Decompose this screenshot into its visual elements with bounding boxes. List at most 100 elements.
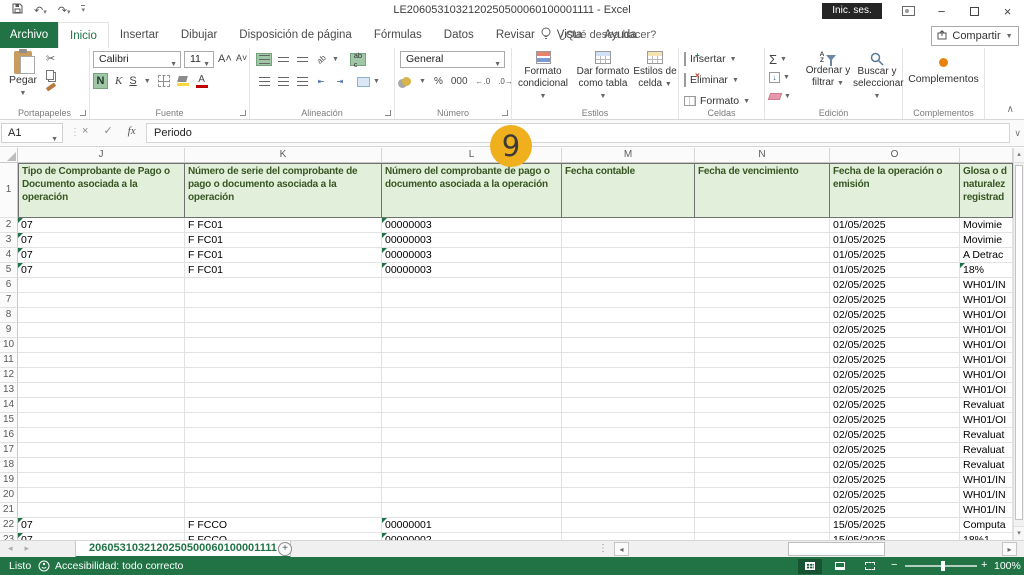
- header-cell-O[interactable]: Fecha de la operación o emisión: [830, 163, 960, 218]
- autosum-button[interactable]: Σ▼: [769, 52, 787, 67]
- merge-center-icon[interactable]: [357, 77, 370, 87]
- cell-O15[interactable]: 02/05/2025: [830, 413, 960, 428]
- column-header-clipped[interactable]: [960, 148, 1013, 163]
- cell-P2[interactable]: Movimie: [960, 218, 1013, 233]
- formula-input[interactable]: Periodo: [146, 123, 1010, 143]
- header-cell-L[interactable]: Número del comprobante de pago o documen…: [382, 163, 562, 218]
- cell-J19[interactable]: [18, 473, 185, 488]
- cell-L23[interactable]: 00000002: [382, 533, 562, 540]
- cell-O11[interactable]: 02/05/2025: [830, 353, 960, 368]
- cell-N7[interactable]: [695, 293, 830, 308]
- paste-button[interactable]: Pegar ▼: [5, 51, 41, 107]
- cell-J6[interactable]: [18, 278, 185, 293]
- cell-K15[interactable]: [185, 413, 382, 428]
- font-color-button[interactable]: A: [196, 75, 208, 88]
- cell-J11[interactable]: [18, 353, 185, 368]
- cell-L17[interactable]: [382, 443, 562, 458]
- cell-J8[interactable]: [18, 308, 185, 323]
- cell-L2[interactable]: 00000003: [382, 218, 562, 233]
- cell-O6[interactable]: 02/05/2025: [830, 278, 960, 293]
- cell-J14[interactable]: [18, 398, 185, 413]
- cell-P10[interactable]: WH01/OI: [960, 338, 1013, 353]
- column-header-N[interactable]: N: [695, 148, 830, 163]
- cell-M16[interactable]: [562, 428, 695, 443]
- copy-icon[interactable]: [46, 70, 54, 80]
- cell-M6[interactable]: [562, 278, 695, 293]
- cell-J21[interactable]: [18, 503, 185, 518]
- cell-K23[interactable]: F FCCO: [185, 533, 382, 540]
- cell-P6[interactable]: WH01/IN: [960, 278, 1013, 293]
- scroll-up-icon[interactable]: ▴: [1014, 148, 1024, 163]
- tab-inicio[interactable]: Inicio: [58, 22, 109, 48]
- collapse-ribbon-icon[interactable]: ∧: [1007, 104, 1014, 115]
- cell-M13[interactable]: [562, 383, 695, 398]
- dialog-launcher-icon[interactable]: [240, 110, 246, 116]
- sheet-nav-left-icon[interactable]: ◂: [8, 543, 13, 554]
- cell-L18[interactable]: [382, 458, 562, 473]
- cell-P8[interactable]: WH01/OI: [960, 308, 1013, 323]
- cell-J22[interactable]: 07: [18, 518, 185, 533]
- header-cell-J[interactable]: Tipo de Comprobante de Pago o Documento …: [18, 163, 185, 218]
- cell-K9[interactable]: [185, 323, 382, 338]
- cell-M14[interactable]: [562, 398, 695, 413]
- cell-M10[interactable]: [562, 338, 695, 353]
- cell-J20[interactable]: [18, 488, 185, 503]
- cell-J17[interactable]: [18, 443, 185, 458]
- row-number-1[interactable]: 1: [0, 163, 18, 218]
- zoom-slider-thumb[interactable]: [941, 561, 945, 571]
- cell-L11[interactable]: [382, 353, 562, 368]
- cell-M20[interactable]: [562, 488, 695, 503]
- cell-N2[interactable]: [695, 218, 830, 233]
- cell-O12[interactable]: 02/05/2025: [830, 368, 960, 383]
- column-header-K[interactable]: K: [185, 148, 382, 163]
- cell-L6[interactable]: [382, 278, 562, 293]
- cell-O9[interactable]: 02/05/2025: [830, 323, 960, 338]
- cut-button[interactable]: ✂: [46, 52, 56, 65]
- cell-M8[interactable]: [562, 308, 695, 323]
- cell-L12[interactable]: [382, 368, 562, 383]
- cell-L4[interactable]: 00000003: [382, 248, 562, 263]
- fill-color-button[interactable]: [177, 76, 189, 86]
- cell-K16[interactable]: [185, 428, 382, 443]
- cell-K21[interactable]: [185, 503, 382, 518]
- cell-M21[interactable]: [562, 503, 695, 518]
- cell-L3[interactable]: 00000003: [382, 233, 562, 248]
- header-cell-M[interactable]: Fecha contable: [562, 163, 695, 218]
- cell-K10[interactable]: [185, 338, 382, 353]
- cell-O22[interactable]: 15/05/2025: [830, 518, 960, 533]
- cell-N5[interactable]: [695, 263, 830, 278]
- cell-O18[interactable]: 02/05/2025: [830, 458, 960, 473]
- cell-K18[interactable]: [185, 458, 382, 473]
- cell-styles-button[interactable]: Estilos de celda ▼: [633, 51, 677, 91]
- increase-decimal-button[interactable]: ←.0: [476, 77, 491, 86]
- cell-N22[interactable]: [695, 518, 830, 533]
- cell-P16[interactable]: Revaluat: [960, 428, 1013, 443]
- cell-L5[interactable]: 00000003: [382, 263, 562, 278]
- cell-M3[interactable]: [562, 233, 695, 248]
- cell-L13[interactable]: [382, 383, 562, 398]
- cell-O3[interactable]: 01/05/2025: [830, 233, 960, 248]
- cell-L10[interactable]: [382, 338, 562, 353]
- minimize-button[interactable]: −: [925, 0, 958, 22]
- row-number-22[interactable]: 22: [0, 518, 18, 533]
- zoom-out-button[interactable]: −: [891, 559, 897, 571]
- cell-K17[interactable]: [185, 443, 382, 458]
- column-header-L[interactable]: L: [382, 148, 562, 163]
- zoom-level[interactable]: 100%: [994, 560, 1021, 572]
- cell-N23[interactable]: [695, 533, 830, 540]
- insert-function-icon[interactable]: fx: [128, 125, 136, 137]
- align-left-button[interactable]: [256, 75, 272, 88]
- cell-K19[interactable]: [185, 473, 382, 488]
- borders-icon[interactable]: [158, 75, 170, 87]
- cell-P3[interactable]: Movimie: [960, 233, 1013, 248]
- cell-O10[interactable]: 02/05/2025: [830, 338, 960, 353]
- cell-K5[interactable]: F FC01: [185, 263, 382, 278]
- dialog-launcher-icon[interactable]: [502, 110, 508, 116]
- cell-P11[interactable]: WH01/OI: [960, 353, 1013, 368]
- align-center-button[interactable]: [275, 75, 291, 88]
- wrap-text-button[interactable]: abc: [350, 53, 366, 66]
- row-number-2[interactable]: 2: [0, 218, 18, 233]
- cell-M2[interactable]: [562, 218, 695, 233]
- insert-cells-button[interactable]: + Insertar▼: [684, 53, 737, 65]
- tab-insertar[interactable]: Insertar: [109, 22, 170, 48]
